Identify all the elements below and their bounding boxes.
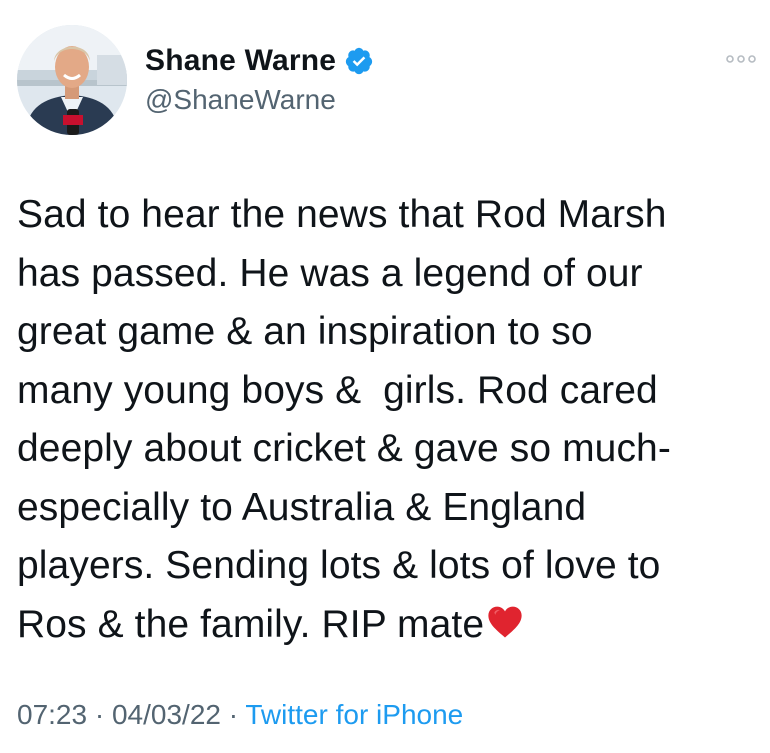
tweet-date[interactable]: 04/03/22 [112,699,221,730]
tweet-body: Sad to hear the news that Rod Marsh has … [17,186,762,654]
avatar[interactable] [17,25,127,135]
profile-photo-icon [17,25,127,135]
author-name-row[interactable]: Shane Warne [145,43,374,79]
more-horizontal-icon [726,55,756,63]
red-heart-icon [486,600,524,638]
more-options-button[interactable] [724,50,758,68]
author-display-name[interactable]: Shane Warne [145,44,336,78]
tweet-meta: 07:23 · 04/03/22 · Twitter for iPhone [17,699,463,731]
meta-separator: · [87,699,112,730]
tweet-text: Sad to hear the news that Rod Marsh has … [17,193,671,646]
verified-badge-icon [344,46,374,76]
meta-separator: · [220,699,246,730]
author-handle[interactable]: @ShaneWarne [145,84,336,116]
tweet-time[interactable]: 07:23 [17,699,87,730]
tweet-source-link[interactable]: Twitter for iPhone [245,699,463,730]
tweet-card: Shane Warne @ShaneWarne Sad to hear the … [0,0,770,753]
